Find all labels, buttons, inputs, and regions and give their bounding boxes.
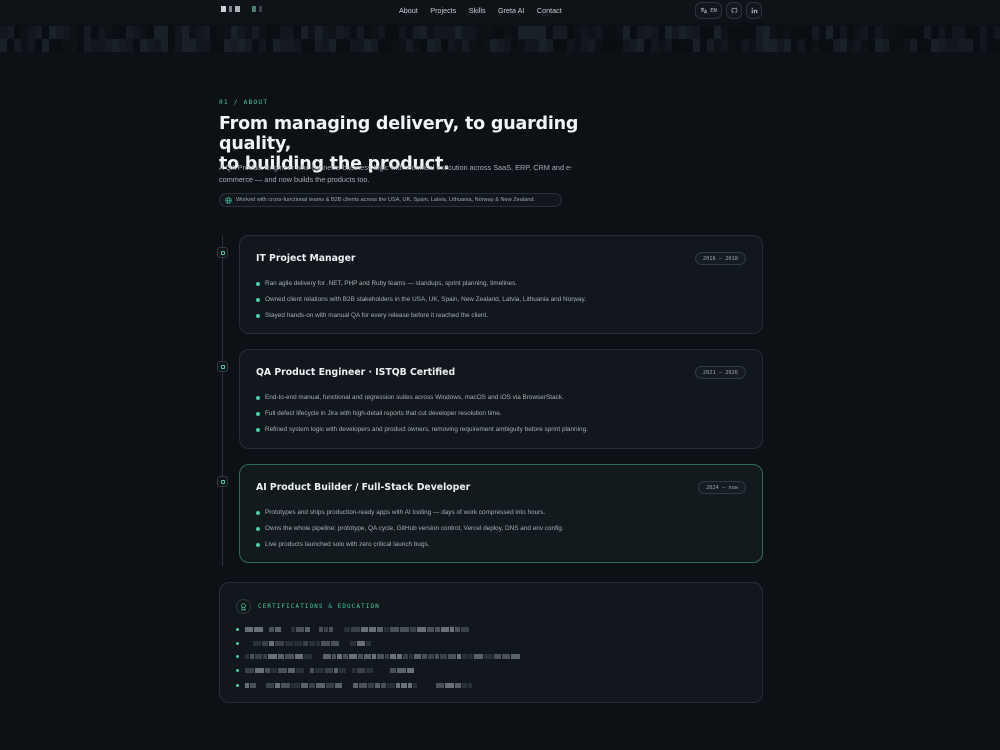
nav-link-greta-ai[interactable]: Greta AI (498, 6, 524, 15)
main-nav: About Projects Skills Greta AI Contact (399, 6, 574, 15)
certification-item (236, 641, 371, 646)
list-item: Owned client relations with B2B stakehol… (256, 292, 586, 308)
certification-item (236, 668, 414, 673)
clients-chip-text: Worked with cross-functional teams & B2B… (236, 197, 535, 203)
award-icon (236, 599, 251, 614)
about-lede: A QA Product Engineer who connects busin… (219, 163, 573, 184)
headline-line-1: From managing delivery, to guarding qual… (219, 114, 579, 154)
card-title: QA Product Engineer · ISTQB Certified (256, 367, 456, 378)
linkedin-button[interactable] (746, 2, 762, 19)
card-title: AI Product Builder / Full-Stack Develope… (256, 482, 471, 493)
language-label: EN (710, 7, 717, 14)
card-title: IT Project Manager (256, 253, 356, 264)
list-item: Live products launched solo with zero cr… (256, 537, 564, 553)
bullet-dot (236, 642, 239, 645)
timeline-marker-cloud-icon (217, 476, 228, 487)
github-icon (731, 7, 737, 14)
section-eyebrow: 01 / ABOUT (219, 99, 269, 106)
period-badge: 2021 — 2026 (694, 366, 746, 379)
certification-item (236, 627, 469, 632)
certification-item (236, 654, 520, 659)
timeline-line (222, 236, 223, 566)
experience-card-ai-builder: AI Product Builder / Full-Stack Develope… (239, 464, 763, 563)
list-item: End-to-end manual, functional and regres… (256, 390, 588, 406)
period-badge: 2024 — now (698, 481, 746, 494)
period-badge: 2016 — 2018 (694, 252, 746, 265)
list-item: Prototypes and ships production-ready ap… (256, 505, 564, 521)
certification-item (236, 683, 472, 688)
bullet-dot (236, 684, 239, 687)
bullet-list: Prototypes and ships production-ready ap… (256, 505, 564, 553)
nav-link-skills[interactable]: Skills (469, 6, 486, 15)
top-navbar: About Projects Skills Greta AI Contact E… (0, 0, 1000, 22)
translate-icon (700, 7, 708, 14)
github-button[interactable] (726, 2, 742, 19)
bullet-dot (236, 628, 239, 631)
nav-link-about[interactable]: About (399, 6, 418, 15)
list-item: Refined system logic with developers and… (256, 422, 588, 438)
certifications-title: CERTIFICATIONS & EDUCATION (258, 604, 380, 610)
list-item: Ran agile delivery for .NET, PHP and Rub… (256, 276, 586, 292)
bullet-dot (236, 655, 239, 658)
timeline-marker-briefcase-icon (217, 247, 228, 258)
nav-link-contact[interactable]: Contact (537, 6, 562, 15)
decorative-pixel-strip (0, 26, 1000, 52)
list-item: Stayed hands-on with manual QA for every… (256, 308, 586, 324)
list-item: Full defect lifecycle in Jira with high-… (256, 406, 588, 422)
certifications-card: CERTIFICATIONS & EDUCATION (219, 582, 763, 703)
globe-icon (225, 196, 232, 204)
clients-chip: Worked with cross-functional teams & B2B… (219, 193, 562, 207)
nav-actions: EN (695, 2, 762, 19)
logo[interactable] (221, 6, 262, 12)
bullet-list: End-to-end manual, functional and regres… (256, 390, 588, 438)
language-toggle[interactable]: EN (695, 2, 722, 19)
nav-link-projects[interactable]: Projects (430, 6, 456, 15)
list-item: Owns the whole pipeline: prototype, QA c… (256, 521, 564, 537)
timeline-marker-clipboard-icon (217, 361, 228, 372)
linkedin-icon (751, 7, 757, 14)
experience-card-project-manager: IT Project Manager 2016 — 2018 Ran agile… (239, 235, 763, 334)
bullet-dot (236, 669, 239, 672)
bullet-list: Ran agile delivery for .NET, PHP and Rub… (256, 276, 586, 324)
experience-card-qa-engineer: QA Product Engineer · ISTQB Certified 20… (239, 349, 763, 449)
